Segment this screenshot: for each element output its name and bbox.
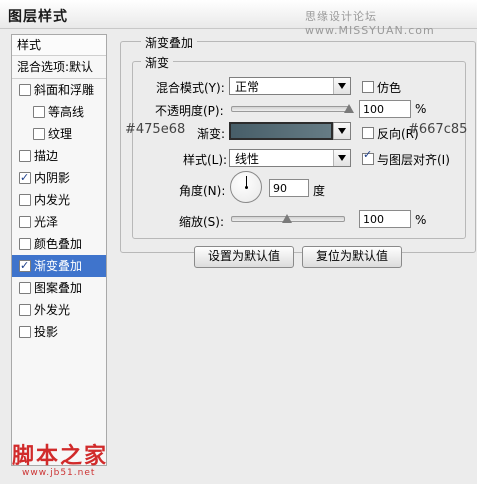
blend-mode-select[interactable]: 正常 (229, 77, 351, 95)
title-bar: 图层样式 思缘设计论坛 www.MISSYUAN.com (0, 0, 477, 37)
end-color-annotation: #667c85 (408, 122, 468, 137)
sidebar-item-8[interactable]: 颜色叠加 (12, 233, 106, 255)
angle-input[interactable]: 90 (269, 179, 309, 197)
sidebar-item-6[interactable]: 内发光 (12, 189, 106, 211)
opacity-input[interactable]: 100 (359, 100, 411, 118)
sidebar-checkbox[interactable] (19, 304, 31, 316)
chevron-down-icon (333, 78, 350, 94)
sidebar-item-1[interactable]: 斜面和浮雕 (12, 79, 106, 101)
sidebar-item-2[interactable]: 等高线 (12, 101, 106, 123)
gradient-dropdown[interactable] (333, 122, 351, 140)
scale-slider-thumb[interactable] (282, 214, 292, 223)
set-default-button[interactable]: 设置为默认值 (194, 246, 294, 268)
sidebar-item-12[interactable]: 投影 (12, 321, 106, 343)
sidebar-item-5[interactable]: 内阴影 (12, 167, 106, 189)
align-with-layer-checkbox[interactable] (362, 148, 374, 165)
angle-unit: 度 (313, 184, 326, 198)
sidebar-item-7[interactable]: 光泽 (12, 211, 106, 233)
angle-dial[interactable] (230, 171, 262, 203)
sidebar-item-3[interactable]: 纹理 (12, 123, 106, 145)
dither-checkbox[interactable] (362, 81, 374, 93)
reset-default-button[interactable]: 复位为默认值 (302, 246, 402, 268)
gradient-overlay-panel: 渐变叠加 渐变 混合模式(Y): 正常 仿色 不透明度(P): 100 % #4… (120, 34, 476, 480)
opacity-slider-track[interactable] (231, 106, 351, 112)
sidebar-item-label: 等高线 (48, 105, 85, 119)
start-color-annotation: #475e68 (125, 122, 186, 137)
gradient-picker[interactable] (229, 122, 333, 140)
window-title: 图层样式 (8, 9, 68, 25)
dither-label: 仿色 (377, 81, 402, 95)
style-label: 样式(L): (183, 153, 228, 167)
style-select[interactable]: 线性 (229, 149, 351, 167)
sidebar-checkbox[interactable] (19, 282, 31, 294)
gradient-subgroup: 渐变 混合模式(Y): 正常 仿色 不透明度(P): 100 % #475e68… (125, 54, 468, 239)
opacity-slider-thumb[interactable] (344, 104, 354, 113)
chevron-down-icon (333, 150, 350, 166)
scale-unit: % (415, 213, 427, 227)
sidebar-item-9[interactable]: 渐变叠加 (12, 255, 106, 277)
subgroup-title: 渐变 (141, 54, 174, 71)
styles-sidebar: 样式 混合选项:默认 斜面和浮雕等高线纹理描边内阴影内发光光泽颜色叠加渐变叠加图… (11, 34, 107, 466)
sidebar-checkbox[interactable] (19, 167, 31, 189)
sidebar-item-label: 斜面和浮雕 (34, 83, 95, 97)
sidebar-item-label: 投影 (34, 325, 59, 339)
sidebar-item-label: 内发光 (34, 193, 71, 207)
sidebar-item-label: 渐变叠加 (34, 259, 83, 273)
site-url: www.jb51.net (22, 468, 96, 478)
sidebar-checkbox[interactable] (19, 194, 31, 206)
sidebar-item-label: 光泽 (34, 215, 59, 229)
angle-label: 角度(N): (179, 184, 226, 198)
scale-input[interactable]: 100 (359, 210, 411, 228)
sidebar-item-blend-options[interactable]: 混合选项:默认 (12, 56, 106, 79)
sidebar-effects-list: 斜面和浮雕等高线纹理描边内阴影内发光光泽颜色叠加渐变叠加图案叠加外发光投影 (12, 79, 106, 343)
gradient-label: 渐变: (197, 127, 226, 141)
reverse-checkbox[interactable] (362, 127, 374, 139)
blend-mode-label: 混合模式(Y): (156, 81, 225, 95)
group-title: 渐变叠加 (141, 34, 198, 51)
opacity-unit: % (415, 102, 427, 116)
sidebar-item-label: 颜色叠加 (34, 237, 83, 251)
style-value: 线性 (235, 152, 260, 166)
site-logo: 脚本之家 (12, 443, 109, 469)
opacity-label: 不透明度(P): (155, 104, 224, 118)
sidebar-checkbox[interactable] (19, 238, 31, 250)
sidebar-item-11[interactable]: 外发光 (12, 299, 106, 321)
sidebar-checkbox[interactable] (19, 150, 31, 162)
sidebar-item-label: 描边 (34, 149, 59, 163)
sidebar-item-label: 内阴影 (34, 171, 71, 185)
sidebar-checkbox[interactable] (19, 84, 31, 96)
scale-label: 缩放(S): (179, 215, 225, 229)
sidebar-checkbox[interactable] (33, 128, 45, 140)
align-with-layer-label: 与图层对齐(I) (377, 153, 450, 167)
watermark-text: 思缘设计论坛 www.MISSYUAN.com (305, 10, 435, 37)
sidebar-checkbox[interactable] (19, 326, 31, 338)
sidebar-item-label: 外发光 (34, 303, 71, 317)
styles-header[interactable]: 样式 (12, 35, 106, 56)
sidebar-item-10[interactable]: 图案叠加 (12, 277, 106, 299)
blend-mode-value: 正常 (235, 80, 260, 94)
sidebar-item-label: 纹理 (48, 127, 73, 141)
angle-dial-center (245, 186, 248, 189)
sidebar-checkbox[interactable] (19, 216, 31, 228)
sidebar-checkbox[interactable] (19, 255, 31, 277)
chevron-down-icon (333, 123, 350, 139)
sidebar-checkbox[interactable] (33, 106, 45, 118)
sidebar-item-label: 图案叠加 (34, 281, 83, 295)
sidebar-item-4[interactable]: 描边 (12, 145, 106, 167)
